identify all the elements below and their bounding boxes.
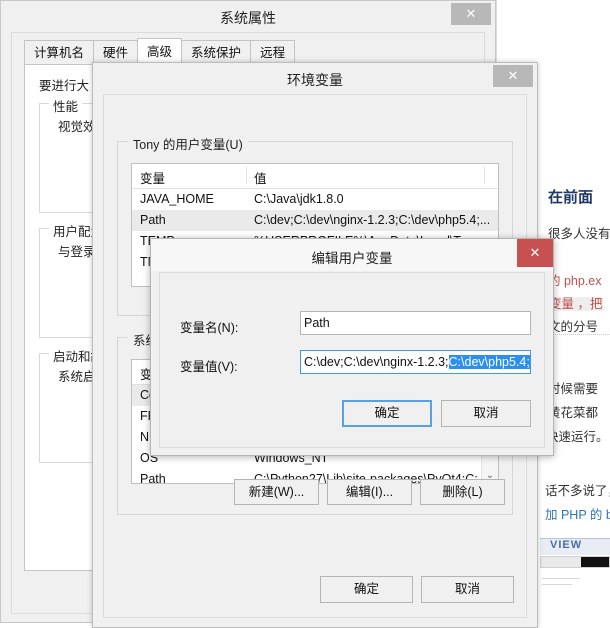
advanced-intro-text: 要进行大 <box>39 79 90 93</box>
edit-dialog-body: 变量名(N): Path 变量值(V): C:\dev;C:\dev\nginx… <box>159 272 545 448</box>
value-prefix-text: C:\dev;C:\dev\nginx-1.2.3; <box>304 355 449 369</box>
close-icon[interactable]: ✕ <box>451 3 491 25</box>
column-header-value[interactable]: 值 <box>254 168 267 187</box>
system-properties-titlebar: 系统属性 ✕ <box>1 1 495 31</box>
env-ok-button[interactable]: 确定 <box>320 576 413 603</box>
edit-ok-button[interactable]: 确定 <box>342 400 432 427</box>
user-variables-table-header: 变量 值 <box>132 164 498 189</box>
close-icon[interactable]: ✕ <box>517 239 553 267</box>
background-progress-bar <box>540 556 610 568</box>
table-row[interactable]: JAVA_HOME C:\Java\jdk1.8.0 <box>132 189 498 210</box>
system-properties-title: 系统属性 <box>220 10 276 26</box>
variable-name: JAVA_HOME <box>140 192 214 206</box>
background-line-9: 加 PHP 的 b <box>545 508 610 522</box>
environment-variables-titlebar: 环境变量 ✕ <box>93 63 537 93</box>
tab-computer-name[interactable]: 计算机名 <box>24 40 95 64</box>
background-heading: 在前面 <box>548 189 594 206</box>
edit-dialog-titlebar: 编辑用户变量 ✕ <box>151 239 553 271</box>
table-row[interactable]: Path C:\dev;C:\dev\nginx-1.2.3;C:\dev\ph… <box>132 210 498 231</box>
variable-name-input[interactable]: Path <box>300 311 531 335</box>
background-line-3: 变量 ，把 <box>548 297 604 311</box>
tab-remote[interactable]: 远程 <box>250 40 296 64</box>
env-cancel-button[interactable]: 取消 <box>421 576 514 603</box>
delete-variable-button[interactable]: 删除(L) <box>420 479 505 505</box>
variable-name: Path <box>140 472 166 484</box>
edit-cancel-button[interactable]: 取消 <box>441 400 531 427</box>
variable-value: C:\Java\jdk1.8.0 <box>254 192 344 206</box>
background-line-8: 话不多说了， <box>545 484 610 498</box>
variable-value: C:\dev;C:\dev\nginx-1.2.3;C:\dev\php5.4;… <box>254 213 491 227</box>
user-variables-legend: Tony 的用户变量(U) <box>128 134 248 153</box>
column-header-variable[interactable]: 变量 <box>140 168 165 187</box>
background-line-6: 黄花菜都 <box>548 406 599 420</box>
variable-name: Path <box>140 213 166 227</box>
new-variable-button[interactable]: 新建(W)... <box>234 479 319 505</box>
variable-name-label: 变量名(N): <box>180 321 239 335</box>
edit-variable-button[interactable]: 编辑(I)... <box>327 479 412 505</box>
value-selected-text: C:\dev\php5.4; <box>448 355 530 369</box>
close-icon[interactable]: ✕ <box>493 65 533 87</box>
variable-value-input[interactable]: C:\dev;C:\dev\nginx-1.2.3;C:\dev\php5.4;… <box>300 350 531 374</box>
tab-hardware[interactable]: 硬件 <box>93 40 139 64</box>
edit-user-variable-dialog: 编辑用户变量 ✕ 变量名(N): Path 变量值(V): C:\dev;C:\… <box>150 238 554 456</box>
background-line-5: 时候需要 <box>548 382 599 396</box>
environment-variables-title: 环境变量 <box>287 72 343 88</box>
variable-value-label: 变量值(V): <box>180 360 238 374</box>
background-rule-2 <box>542 584 572 585</box>
background-view-label: VIEW <box>550 539 583 551</box>
background-line-2: 的 php.ex <box>548 274 602 288</box>
background-line-1: 很多人没有 <box>548 227 610 241</box>
background-line-7: 快速运行。 <box>546 430 609 444</box>
performance-group-legend: 性能 <box>49 96 83 115</box>
value-suffix-text: C:\ <box>530 355 531 369</box>
tab-system-protection[interactable]: 系统保护 <box>181 40 252 64</box>
tab-advanced[interactable]: 高级 <box>137 38 183 65</box>
edit-dialog-title: 编辑用户变量 <box>311 251 393 266</box>
background-rule-1 <box>542 578 580 579</box>
